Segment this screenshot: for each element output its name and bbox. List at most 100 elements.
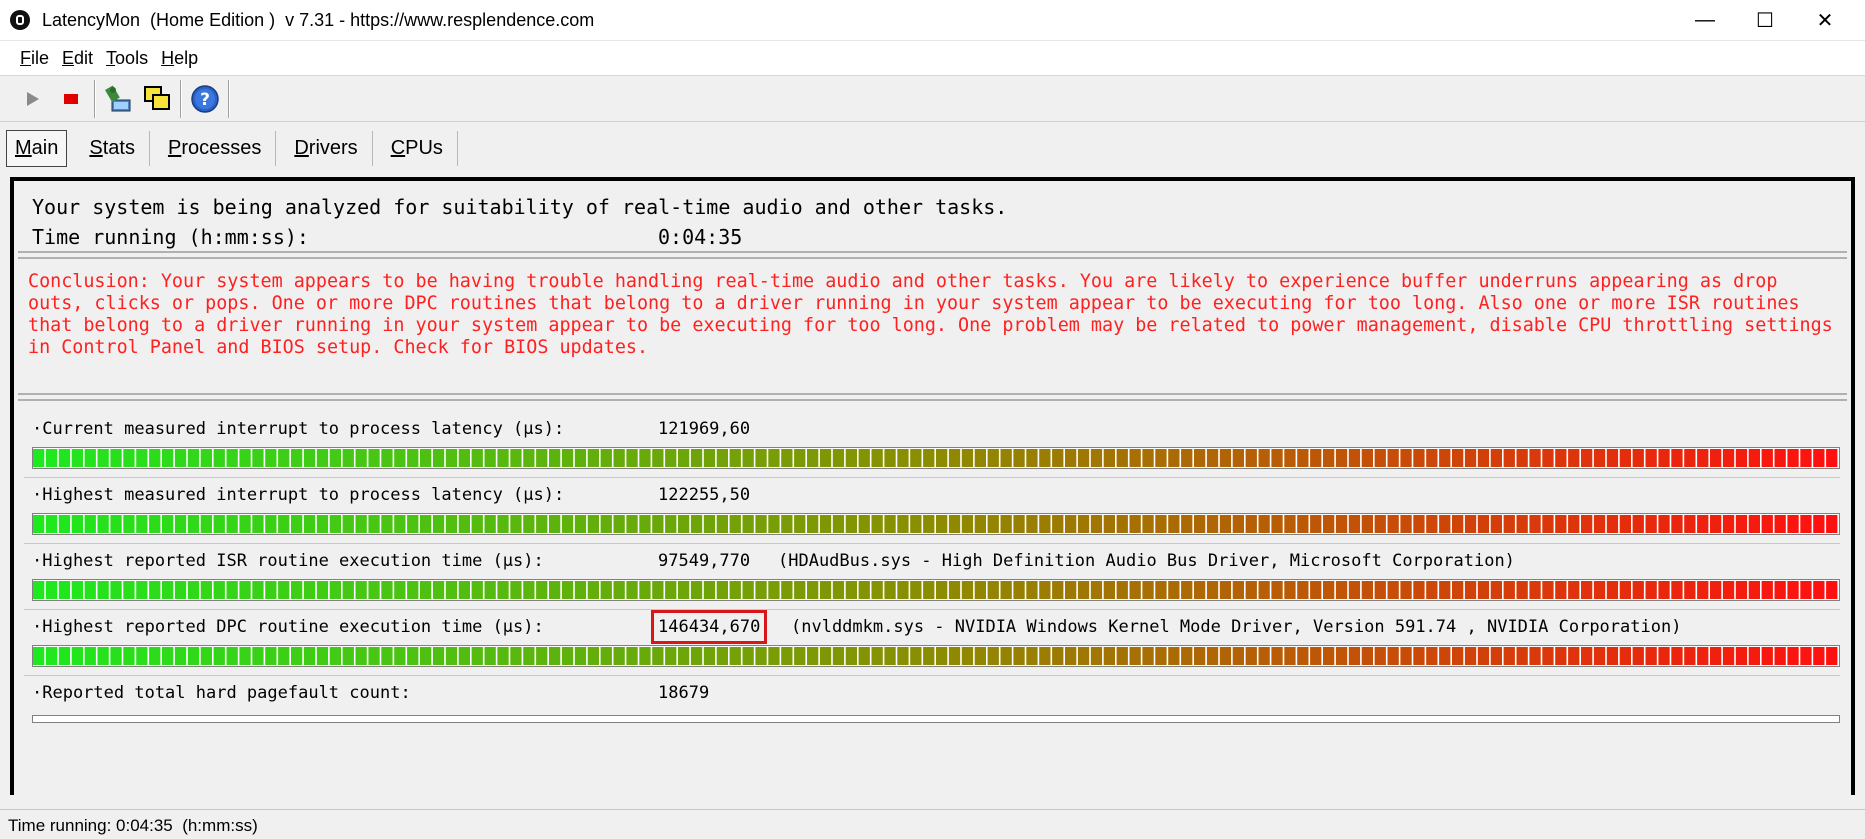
bar-segment [961,581,974,599]
bar-segment [523,647,535,665]
bar-segment [742,647,754,665]
bar-segment [807,647,819,665]
bar-segment [265,581,277,599]
tab-stats[interactable]: Stats [75,130,150,166]
bar-segment [987,515,999,533]
bar-segment [136,647,148,665]
stop-button[interactable] [52,80,90,118]
bar-segment [1026,515,1038,533]
bar-segment [97,449,109,467]
bar-segment [1039,581,1051,599]
bar-segment [1439,581,1451,599]
bar-segment [819,515,832,533]
bar-segment [845,647,857,665]
bar-segment [678,647,690,665]
menu-help-accel: H [161,47,175,68]
bar-segment [394,515,406,533]
bar-segment [1477,647,1490,665]
bar-segment [1452,647,1464,665]
bar-segment [897,515,909,533]
help-button[interactable]: ? [186,80,224,118]
minimize-button[interactable]: — [1675,0,1735,40]
conclusion-box: Conclusion: Your system appears to be ha… [18,257,1847,395]
bar-segment [1232,581,1244,599]
tab-main[interactable]: Main [6,129,68,167]
bar-segment [832,581,845,599]
bar-segment [1645,515,1657,533]
bar-segment [626,449,638,467]
bar-segment [1671,515,1683,533]
bar-segment [587,647,599,665]
bar-segment [781,449,793,467]
bar-segment [1581,581,1593,599]
bar-segment [200,581,212,599]
bar-segment [948,515,961,533]
analyze-button[interactable] [100,80,138,118]
bar-segment [884,449,896,467]
help-icon: ? [191,84,219,113]
bar-segment [1722,581,1735,599]
play-icon [27,91,39,106]
bar-segment [1026,581,1038,599]
bar-segment [1800,581,1812,599]
tab-processes[interactable]: Processes [154,130,277,166]
bar-segment [471,449,483,467]
menu-tools[interactable]: Tools [106,48,148,69]
bar-segment [626,647,638,665]
bar-segment [1568,515,1580,533]
bar-segment [1155,515,1167,533]
bar-segment [407,647,419,665]
bar-segment [187,449,200,467]
bar-segment [742,449,754,467]
bar-segment [1671,581,1683,599]
isr-time-label: ·Highest reported ISR routine execution … [32,551,544,571]
bar-segment [652,515,664,533]
bar-segment [729,515,741,533]
start-button[interactable] [14,80,52,118]
bar-segment [639,581,651,599]
bar-segment [1555,647,1567,665]
menu-edit[interactable]: Edit [62,48,93,69]
bar-segment [200,647,212,665]
bar-segment [1155,647,1167,665]
bar-segment [1568,647,1580,665]
bar-segment [1529,515,1541,533]
bar-segment [510,449,522,467]
bar-segment [162,581,174,599]
bar-segment [1826,647,1838,665]
bar-segment [1258,647,1270,665]
bar-segment [1503,647,1515,665]
bar-segment [110,647,122,665]
bar-segment [329,515,341,533]
bar-segment [355,647,367,665]
bar-segment [561,515,574,533]
menu-help[interactable]: Help [161,48,198,69]
bar-segment [1297,449,1309,467]
svg-text:?: ? [200,90,210,110]
maximize-button[interactable]: ☐ [1735,0,1795,40]
bar-segment [1464,515,1477,533]
bar-segment [484,647,496,665]
tab-cpus[interactable]: CPUs [377,130,458,166]
bar-segment [665,515,677,533]
bar-segment [420,581,432,599]
bar-segment [1232,449,1244,467]
bar-segment [1593,647,1606,665]
bar-segment [755,515,767,533]
bar-segment [1181,515,1193,533]
bar-segment [1735,449,1748,467]
tab-drivers[interactable]: Drivers [280,130,373,166]
main-panel: Your system is being analyzed for suitab… [10,177,1855,795]
bar-segment [1787,647,1799,665]
bar-segment [1606,449,1619,467]
bar-segment [1439,515,1451,533]
close-button[interactable]: ✕ [1795,0,1855,40]
windows-button[interactable] [138,80,176,118]
bar-segment [1542,581,1554,599]
menu-file[interactable]: File [20,48,49,69]
bar-segment [1077,449,1090,467]
bar-segment [368,515,380,533]
bar-segment [329,581,341,599]
bar-segment [1310,515,1322,533]
bar-segment [1206,647,1219,665]
